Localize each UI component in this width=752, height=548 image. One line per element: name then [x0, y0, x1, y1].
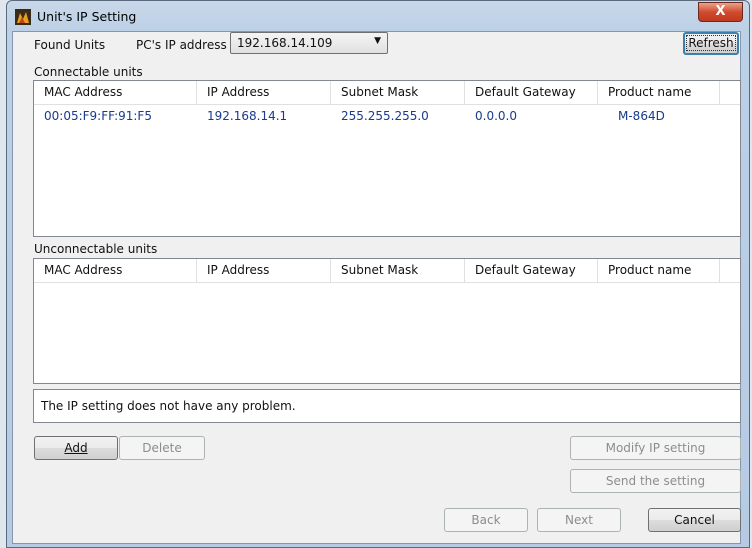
column-header-product[interactable]: Product name: [598, 259, 720, 282]
dropdown-arrow-icon: ▼: [374, 36, 381, 46]
column-header-subnet[interactable]: Subnet Mask: [331, 259, 465, 282]
pc-ip-dropdown[interactable]: 192.168.14.109 ▼: [230, 32, 388, 54]
column-header-subnet[interactable]: Subnet Mask: [331, 81, 465, 104]
delete-label: Delete: [142, 441, 182, 455]
column-header-gateway[interactable]: Default Gateway: [465, 81, 598, 104]
back-button[interactable]: Back: [444, 508, 528, 532]
list-header: MAC Address IP Address Subnet Mask Defau…: [34, 81, 740, 105]
status-message-box: The IP setting does not have any problem…: [33, 389, 741, 423]
next-label: Next: [565, 513, 593, 527]
list-header: MAC Address IP Address Subnet Mask Defau…: [34, 259, 740, 283]
unconnectable-units-list[interactable]: MAC Address IP Address Subnet Mask Defau…: [33, 258, 741, 384]
unconnectable-units-label: Unconnectable units: [34, 242, 158, 256]
cancel-button[interactable]: Cancel: [648, 508, 741, 532]
connectable-units-label: Connectable units: [34, 65, 143, 79]
table-row[interactable]: 00:05:F9:FF:91:F5 192.168.14.1 255.255.2…: [34, 105, 740, 127]
cell-subnet: 255.255.255.0: [341, 109, 429, 123]
app-icon: [15, 9, 31, 25]
next-button[interactable]: Next: [537, 508, 621, 532]
cell-product: M-864D: [618, 109, 665, 123]
modify-ip-setting-button[interactable]: Modify IP setting: [570, 436, 741, 460]
column-header-product[interactable]: Product name: [598, 81, 720, 104]
column-header-mac[interactable]: MAC Address: [34, 81, 197, 104]
close-button[interactable]: X: [698, 2, 743, 22]
close-icon: X: [715, 4, 726, 19]
column-header-ip[interactable]: IP Address: [197, 259, 331, 282]
found-units-label: Found Units: [34, 38, 106, 52]
refresh-label: Refresh: [686, 35, 736, 51]
cell-gateway: 0.0.0.0: [475, 109, 517, 123]
cancel-label: Cancel: [674, 513, 715, 527]
back-label: Back: [471, 513, 501, 527]
window-title: Unit's IP Setting: [37, 9, 137, 24]
connectable-units-list[interactable]: MAC Address IP Address Subnet Mask Defau…: [33, 80, 741, 237]
send-setting-button[interactable]: Send the setting: [570, 469, 741, 493]
title-bar: Unit's IP Setting X: [7, 1, 749, 31]
cell-mac: 00:05:F9:FF:91:F5: [44, 109, 152, 123]
add-button[interactable]: Add: [34, 436, 118, 460]
add-label: Add: [64, 441, 88, 455]
column-header-gateway[interactable]: Default Gateway: [465, 259, 598, 282]
delete-button[interactable]: Delete: [119, 436, 205, 460]
refresh-button[interactable]: Refresh: [683, 32, 739, 55]
send-label: Send the setting: [605, 474, 706, 488]
pc-ip-value: 192.168.14.109: [237, 36, 333, 50]
column-header-ip[interactable]: IP Address: [197, 81, 331, 104]
status-message: The IP setting does not have any problem…: [41, 399, 296, 413]
cell-ip: 192.168.14.1: [207, 109, 288, 123]
modify-label: Modify IP setting: [605, 441, 706, 455]
dialog-window: Unit's IP Setting X Found Units PC's IP …: [6, 0, 750, 548]
pc-ip-label: PC's IP address: [136, 38, 227, 52]
column-header-mac[interactable]: MAC Address: [34, 259, 197, 282]
